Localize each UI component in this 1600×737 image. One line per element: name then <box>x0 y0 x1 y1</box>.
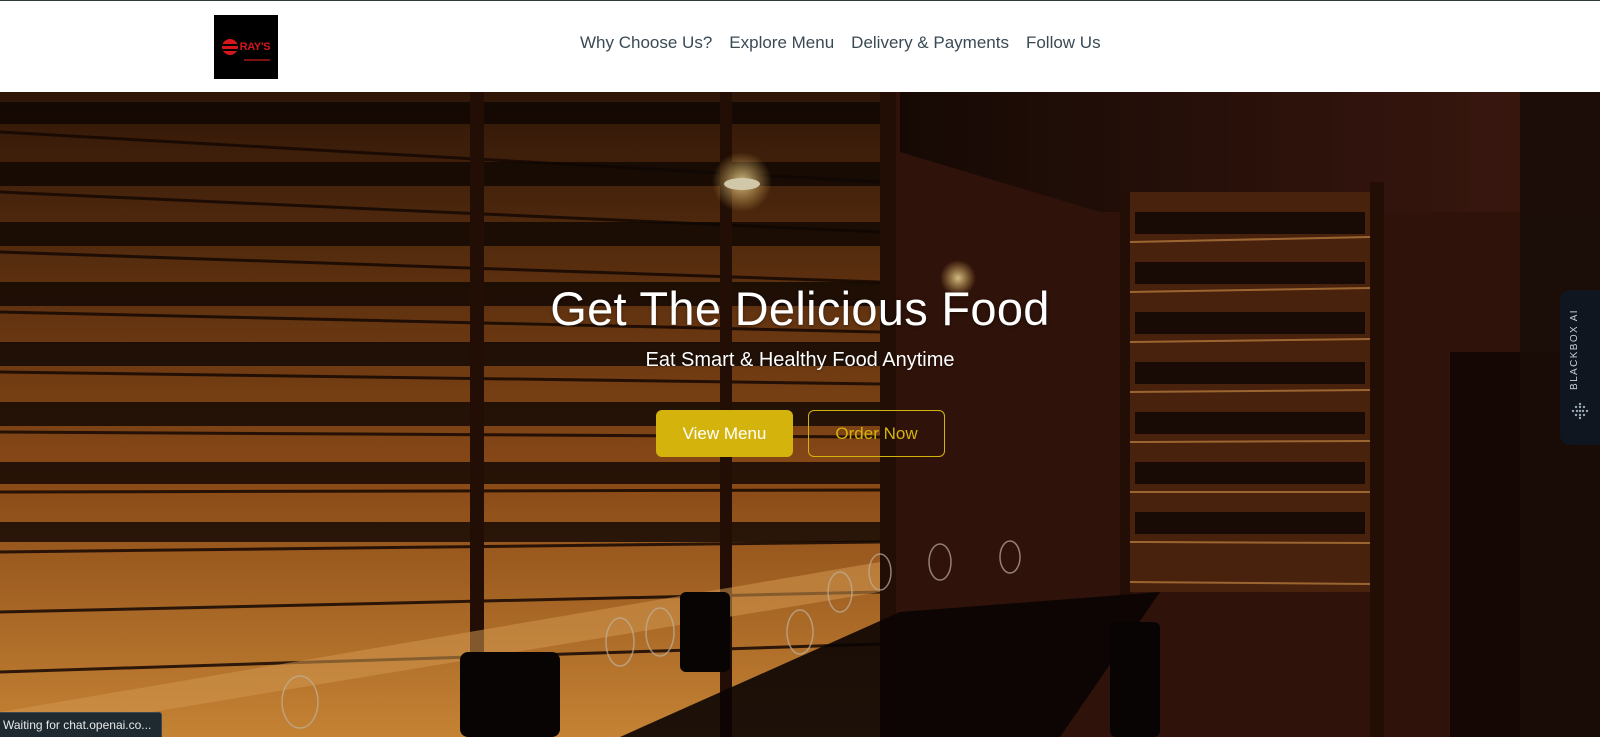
blackbox-ai-label: BLACKBOX AI <box>1569 309 1580 390</box>
hero-title: Get The Delicious Food <box>550 282 1050 335</box>
hero-background-image <box>0 92 1600 737</box>
view-menu-button[interactable]: View Menu <box>656 410 793 457</box>
hero-subtitle: Eat Smart & Healthy Food Anytime <box>645 349 955 371</box>
main-nav: Why Choose Us? Explore Menu Delivery & P… <box>580 33 1101 53</box>
site-logo[interactable]: RAY'S <box>214 15 278 79</box>
nav-follow-us[interactable]: Follow Us <box>1026 33 1101 53</box>
logo-brand-text: RAY'S <box>239 41 271 53</box>
logo-tagline-line <box>244 59 270 61</box>
hero-section: Get The Delicious Food Eat Smart & Healt… <box>0 92 1600 737</box>
site-header: RAY'S Why Choose Us? Explore Menu Delive… <box>0 0 1600 92</box>
blackbox-ai-tab[interactable]: BLACKBOX AI <box>1560 290 1600 445</box>
order-now-button[interactable]: Order Now <box>808 410 945 457</box>
browser-status-bar: Waiting for chat.openai.co... <box>0 712 163 737</box>
nav-why-choose-us[interactable]: Why Choose Us? <box>580 33 712 53</box>
ray-logo-icon <box>221 39 238 55</box>
nav-delivery-payments[interactable]: Delivery & Payments <box>851 33 1009 53</box>
logo-mark: RAY'S <box>221 39 271 55</box>
page: RAY'S Why Choose Us? Explore Menu Delive… <box>0 0 1600 737</box>
nav-explore-menu[interactable]: Explore Menu <box>729 33 834 53</box>
blackbox-dots-icon <box>1571 402 1589 420</box>
